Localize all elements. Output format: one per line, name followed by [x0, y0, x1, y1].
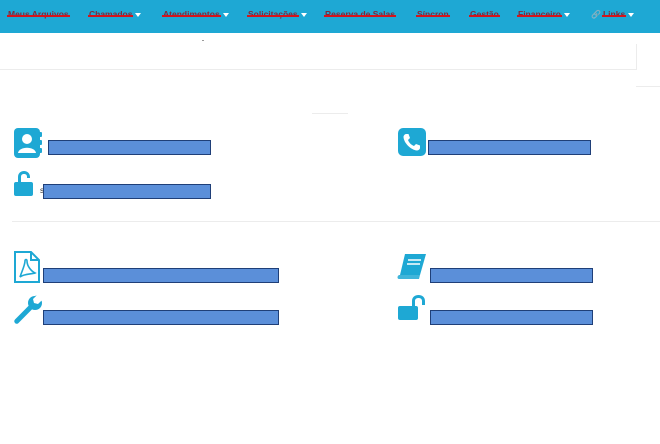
chevron-down-icon: [628, 12, 635, 17]
decorative-dot: [202, 40, 204, 41]
book-link[interactable]: [430, 268, 593, 283]
pdf-file-icon: [14, 251, 40, 283]
nav-gestao[interactable]: Gestão: [469, 9, 500, 23]
page: Meus Arquivos Chamados Atendimentos Soli…: [0, 0, 660, 444]
phone-field: [428, 140, 591, 155]
chevron-down-icon: [300, 12, 307, 17]
nav-label: Meus Arquivos: [7, 9, 70, 19]
nav-reserva-de-salas[interactable]: Reserva de Salas: [324, 9, 396, 23]
phone-icon: [398, 128, 426, 156]
nav-label: Atendimentos: [162, 9, 221, 19]
nav-chamados[interactable]: Chamados: [87, 9, 142, 23]
contact-name-field: [48, 140, 211, 155]
divider: [636, 86, 660, 87]
unlock-link[interactable]: [430, 310, 593, 325]
section-divider: [12, 221, 660, 222]
wrench-icon: [14, 295, 42, 324]
password-field: [43, 184, 211, 199]
nav-label: Links: [601, 9, 627, 19]
book-icon: [397, 254, 426, 279]
chevron-down-icon: [135, 12, 142, 17]
nav-financeiro[interactable]: Financeiro: [517, 9, 570, 23]
divider: [0, 69, 636, 70]
nav-links[interactable]: 🔗 Links: [591, 9, 635, 23]
nav-label: Gestão: [469, 9, 500, 19]
nav-atendimentos[interactable]: Atendimentos: [162, 9, 229, 23]
address-book-icon: [14, 128, 42, 158]
chevron-down-icon: [222, 12, 229, 17]
nav-label: Reserva de Salas: [324, 9, 396, 19]
pdf-link[interactable]: [43, 268, 279, 283]
nav-solicitacoes[interactable]: Solicitações: [247, 9, 307, 23]
unlock-icon: [14, 171, 33, 196]
nav-label: Chamados: [87, 9, 134, 19]
nav-label: Solicitações: [247, 9, 299, 19]
top-navbar: Meus Arquivos Chamados Atendimentos Soli…: [0, 0, 660, 33]
nav-label: Financeiro: [517, 9, 562, 19]
nav-meus-arquivos[interactable]: Meus Arquivos: [7, 9, 70, 23]
link-icon: 🔗: [591, 10, 601, 19]
divider: [312, 113, 348, 114]
chevron-down-icon: [563, 12, 570, 17]
nav-sincron[interactable]: Síncron: [416, 9, 450, 23]
unlock-icon: [398, 295, 425, 320]
tools-link[interactable]: [43, 310, 279, 325]
divider: [636, 44, 637, 70]
nav-label: Síncron: [416, 9, 450, 19]
